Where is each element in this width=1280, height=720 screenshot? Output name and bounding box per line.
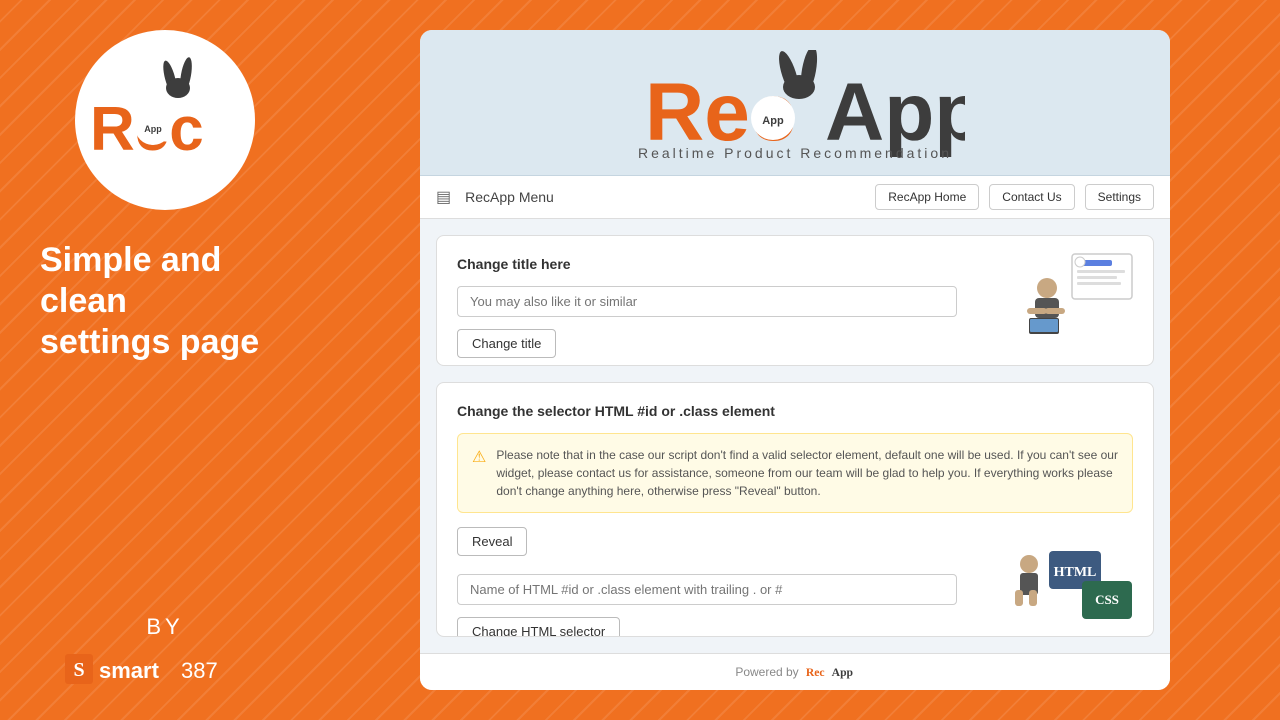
by-label: BY <box>146 614 183 640</box>
svg-text:HTML: HTML <box>1054 565 1097 580</box>
svg-text:App: App <box>762 115 784 127</box>
svg-text:smart: smart <box>99 658 160 683</box>
sections-area: Change title here Change title <box>420 219 1170 653</box>
main-content: Rec App App Realtime Product Recommendat… <box>330 0 1280 720</box>
powered-by-text: Powered by <box>735 665 798 679</box>
svg-text:Realtime Product Recommendatio: Realtime Product Recommendation <box>638 145 952 160</box>
change-title-button[interactable]: Change title <box>457 329 556 358</box>
svg-text:App: App <box>144 124 162 134</box>
contact-us-button[interactable]: Contact Us <box>989 184 1074 210</box>
app-logo: Rec App App Realtime Product Recommendat… <box>625 50 965 160</box>
title-input[interactable] <box>457 286 957 317</box>
footer-logo: Rec App <box>805 664 855 680</box>
recapp-home-button[interactable]: RecApp Home <box>875 184 979 210</box>
warning-icon: ⚠ <box>472 447 486 500</box>
reveal-button[interactable]: Reveal <box>457 527 527 556</box>
app-header: Rec App App Realtime Product Recommendat… <box>420 30 1170 176</box>
nav-bar: ▤ RecApp Menu RecApp Home Contact Us Set… <box>420 176 1170 219</box>
app-footer: Powered by Rec App <box>420 653 1170 690</box>
section-selector-card: Change the selector HTML #id or .class e… <box>436 382 1154 637</box>
section2-title: Change the selector HTML #id or .class e… <box>457 403 1133 419</box>
svg-text:Rec: Rec <box>806 666 825 679</box>
svg-text:S: S <box>73 659 84 681</box>
warning-box: ⚠ Please note that in the case our scrip… <box>457 433 1133 513</box>
section2-illustration: HTML CSS <box>1007 546 1137 626</box>
selector-input[interactable] <box>457 574 957 605</box>
settings-button[interactable]: Settings <box>1085 184 1154 210</box>
section1-illustration <box>1017 246 1137 336</box>
menu-icon: ▤ <box>436 187 451 207</box>
svg-text:387: 387 <box>181 658 218 683</box>
sidebar-logo: Rec App <box>85 55 245 185</box>
nav-title: RecApp Menu <box>465 189 865 205</box>
smart387-logo: S smart 387 <box>65 650 265 690</box>
warning-text: Please note that in the case our script … <box>496 446 1118 500</box>
app-panel: Rec App App Realtime Product Recommendat… <box>420 30 1170 690</box>
section-title-card: Change title here Change title <box>436 235 1154 366</box>
sidebar-logo-container: Rec App <box>75 30 255 210</box>
svg-text:CSS: CSS <box>1095 592 1119 607</box>
svg-text:App: App <box>831 666 853 679</box>
sidebar: Rec App Simple and clean settings page B… <box>0 0 330 720</box>
sidebar-tagline: Simple and clean settings page <box>20 240 310 362</box>
change-html-selector-button[interactable]: Change HTML selector <box>457 617 620 637</box>
